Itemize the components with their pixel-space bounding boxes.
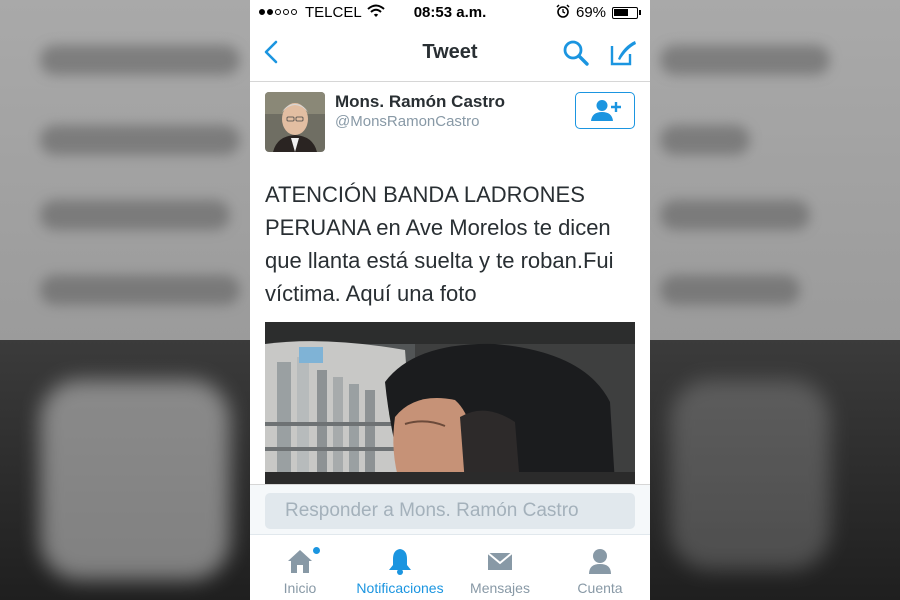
blurred-photo-region: [40, 380, 230, 580]
compose-button[interactable]: [608, 38, 638, 68]
battery-percent: 69%: [576, 4, 607, 21]
blurred-photo-region: [670, 380, 830, 570]
blurred-text-line: [660, 125, 750, 155]
tab-bar: Inicio Notificaciones Mensajes Cuenta: [250, 534, 650, 600]
avatar[interactable]: [265, 92, 325, 152]
tab-inicio[interactable]: Inicio: [250, 535, 350, 600]
blurred-text-line: [660, 275, 800, 305]
reply-input[interactable]: [265, 493, 635, 529]
follow-button[interactable]: [575, 92, 635, 129]
battery-icon: [612, 7, 638, 19]
person-icon: [589, 549, 611, 574]
compose-icon: [610, 41, 636, 66]
blurred-text-line: [660, 200, 810, 230]
tweet-photo[interactable]: [265, 322, 635, 484]
author-name[interactable]: Mons. Ramón Castro: [335, 92, 505, 112]
phone-screen: TELCEL 08:53 a.m. 69% Tweet Mons. Ramón …: [250, 0, 650, 600]
unread-dot: [313, 547, 320, 554]
battery-tip: [639, 10, 641, 15]
tab-label: Cuenta: [577, 580, 623, 596]
blurred-text-line: [40, 200, 230, 230]
blurred-text-line: [660, 45, 830, 75]
tab-label: Inicio: [283, 580, 317, 596]
blurred-text-line: [40, 125, 240, 155]
tab-notificaciones[interactable]: Notificaciones: [350, 535, 450, 600]
tab-mensajes[interactable]: Mensajes: [450, 535, 550, 600]
tab-cuenta[interactable]: Cuenta: [550, 535, 650, 600]
home-icon: [288, 550, 312, 573]
blurred-text-line: [40, 275, 240, 305]
blurred-text-line: [40, 45, 240, 75]
status-bar: TELCEL 08:53 a.m. 69%: [250, 0, 650, 26]
search-icon: [563, 40, 589, 66]
author-handle[interactable]: @MonsRamonCastro: [335, 113, 479, 130]
nav-bar: Tweet: [250, 26, 650, 82]
page-title: Tweet: [422, 41, 478, 63]
tab-label: Mensajes: [470, 580, 530, 596]
tweet-text: ATENCIÓN BANDA LADRONES PERUANA en Ave M…: [265, 182, 614, 306]
alarm-icon: [556, 4, 570, 22]
bell-icon: [389, 549, 411, 575]
reply-bar: [250, 484, 650, 535]
add-user-icon: [591, 100, 621, 121]
tab-label: Notificaciones: [356, 580, 444, 596]
envelope-icon: [487, 552, 513, 570]
search-button[interactable]: [562, 39, 590, 67]
